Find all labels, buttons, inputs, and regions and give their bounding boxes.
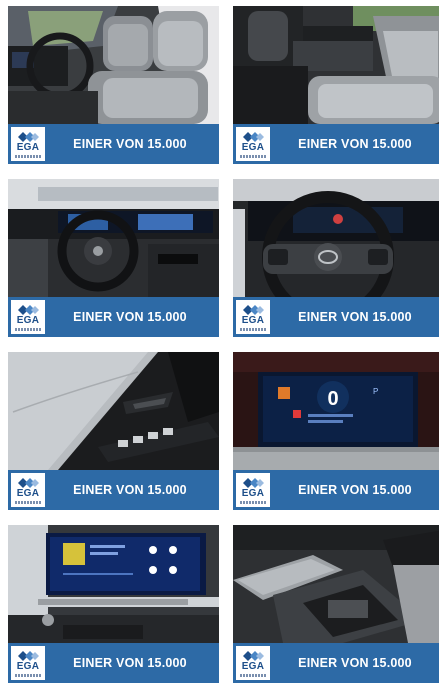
ega-logo: EGA [236,473,270,507]
banner-text: EINER VON 15.000 [298,310,412,324]
promo-banner: EGA EINER VON 15.000 [233,470,439,510]
banner-text: EINER VON 15.000 [73,137,187,151]
ega-logo: EGA [11,127,45,161]
logo-subtitle [240,500,266,504]
promo-banner: EGA EINER VON 15.000 [233,297,439,337]
promo-banner: EGA EINER VON 15.000 [8,470,219,510]
logo-subtitle [15,154,41,158]
promo-banner: EGA EINER VON 15.000 [233,124,439,164]
logo-text: EGA [16,660,40,672]
ega-diamond-icon [243,477,264,488]
banner-text: EINER VON 15.000 [298,656,412,670]
ega-logo: EGA [236,127,270,161]
ega-diamond-icon [243,304,264,315]
logo-text: EGA [16,141,40,153]
ega-logo: EGA [11,473,45,507]
logo-subtitle [15,327,41,331]
logo-subtitle [15,673,41,677]
gallery-tile-cockpit[interactable]: EGA EINER VON 15.000 [8,179,219,337]
promo-banner: EGA EINER VON 15.000 [8,643,219,683]
banner-text: EINER VON 15.000 [298,137,412,151]
banner-text: EINER VON 15.000 [73,483,187,497]
gallery-tile-door-panel[interactable]: EGA EINER VON 15.000 [8,352,219,510]
promo-banner: EGA EINER VON 15.000 [8,297,219,337]
ega-diamond-icon [18,304,39,315]
instrument-cluster-photo: 0 P [233,352,439,470]
logo-subtitle [240,327,266,331]
infotainment-screen-photo [8,525,219,643]
center-console-photo [233,525,439,643]
driver-seat-photo [8,6,219,124]
promo-banner: EGA EINER VON 15.000 [8,124,219,164]
ega-logo: EGA [236,300,270,334]
logo-text: EGA [241,660,265,672]
banner-text: EINER VON 15.000 [73,656,187,670]
cockpit-photo [8,179,219,297]
gallery-tile-driver-seat[interactable]: EGA EINER VON 15.000 [8,6,219,164]
logo-text: EGA [241,487,265,499]
logo-text: EGA [241,141,265,153]
ega-diamond-icon [18,477,39,488]
ega-diamond-icon [243,131,264,142]
banner-text: EINER VON 15.000 [73,310,187,324]
promo-banner: EGA EINER VON 15.000 [233,643,439,683]
ega-logo: EGA [236,646,270,680]
gallery-tile-infotainment[interactable]: EGA EINER VON 15.000 [8,525,219,683]
ega-diamond-icon [18,650,39,661]
steering-wheel-photo [233,179,439,297]
ega-diamond-icon [18,131,39,142]
rear-seats-photo [233,6,439,124]
logo-subtitle [240,673,266,677]
logo-subtitle [240,154,266,158]
logo-text: EGA [16,487,40,499]
logo-text: EGA [16,314,40,326]
speed-readout: 0 [327,388,338,410]
gallery-tile-center-console[interactable]: EGA EINER VON 15.000 [233,525,439,683]
logo-text: EGA [241,314,265,326]
logo-subtitle [15,500,41,504]
ega-diamond-icon [243,650,264,661]
gallery-tile-instrument-cluster[interactable]: 0 P EGA EINER VON 15.000 [233,352,439,510]
photo-gallery: EGA EINER VON 15.000 EGA EINER VON 15.00… [8,6,439,683]
gear-indicator: P [373,387,378,396]
ega-logo: EGA [11,646,45,680]
banner-text: EINER VON 15.000 [298,483,412,497]
gallery-tile-rear-seats[interactable]: EGA EINER VON 15.000 [233,6,439,164]
gallery-tile-steering-wheel[interactable]: EGA EINER VON 15.000 [233,179,439,337]
ega-logo: EGA [11,300,45,334]
door-panel-photo [8,352,219,470]
